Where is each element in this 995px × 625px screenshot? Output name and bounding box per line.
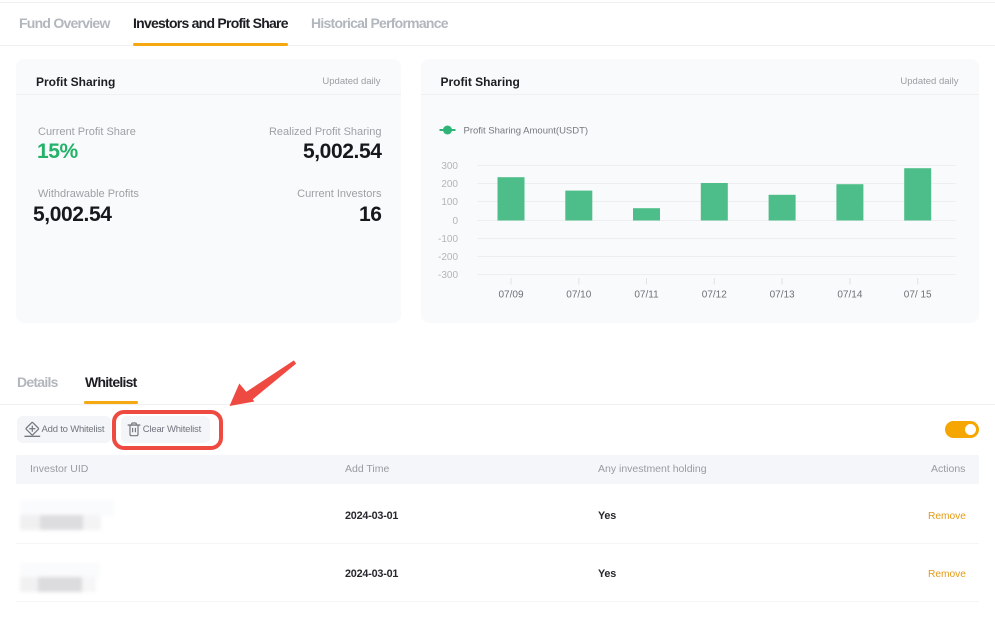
svg-text:100: 100 [441, 197, 458, 208]
svg-text:07/13: 07/13 [769, 290, 794, 301]
svg-text:07/11: 07/11 [634, 290, 659, 301]
svg-text:300: 300 [441, 161, 458, 172]
svg-text:Profit Sharing Amount(USDT): Profit Sharing Amount(USDT) [463, 126, 588, 137]
svg-text:-200: -200 [437, 252, 457, 263]
svg-text:-300: -300 [437, 270, 457, 281]
svg-text:200: 200 [441, 179, 458, 190]
svg-text:07/10: 07/10 [566, 290, 591, 301]
svg-text:07/ 15: 07/ 15 [903, 290, 931, 301]
svg-text:0: 0 [452, 216, 458, 227]
svg-text:-100: -100 [437, 234, 457, 245]
svg-text:07/09: 07/09 [498, 290, 523, 301]
svg-text:07/12: 07/12 [701, 290, 726, 301]
svg-text:07/14: 07/14 [837, 290, 862, 301]
